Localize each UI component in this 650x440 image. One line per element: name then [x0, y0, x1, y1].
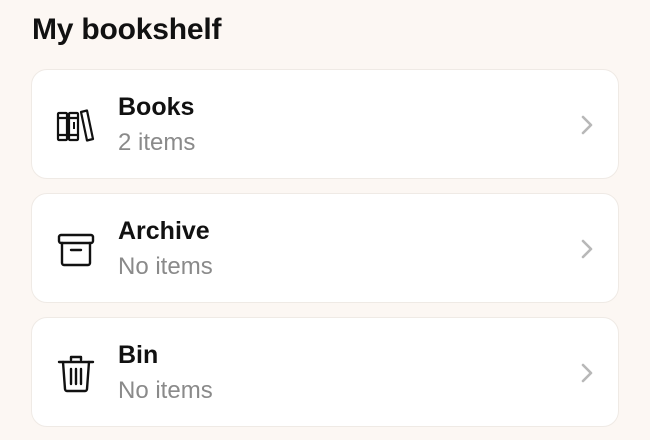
page-title: My bookshelf	[32, 13, 222, 46]
chevron-right-icon	[577, 113, 597, 137]
shelf-card-books[interactable]: Books 2 items	[31, 69, 619, 179]
shelf-card-title: Archive	[118, 217, 210, 245]
shelf-card-title: Bin	[118, 341, 159, 369]
chevron-right-icon	[577, 237, 597, 261]
shelf-card-archive[interactable]: Archive No items	[31, 193, 619, 303]
chevron-right-icon	[577, 361, 597, 385]
trash-bin-icon	[54, 352, 98, 396]
archive-box-icon	[54, 228, 98, 272]
shelf-card-title: Books	[118, 93, 195, 121]
shelf-card-count: No items	[118, 253, 213, 280]
shelf-card-count: 2 items	[118, 129, 196, 156]
shelf-card-count: No items	[118, 377, 213, 404]
books-icon	[54, 104, 98, 148]
shelf-card-bin[interactable]: Bin No items	[31, 317, 619, 427]
